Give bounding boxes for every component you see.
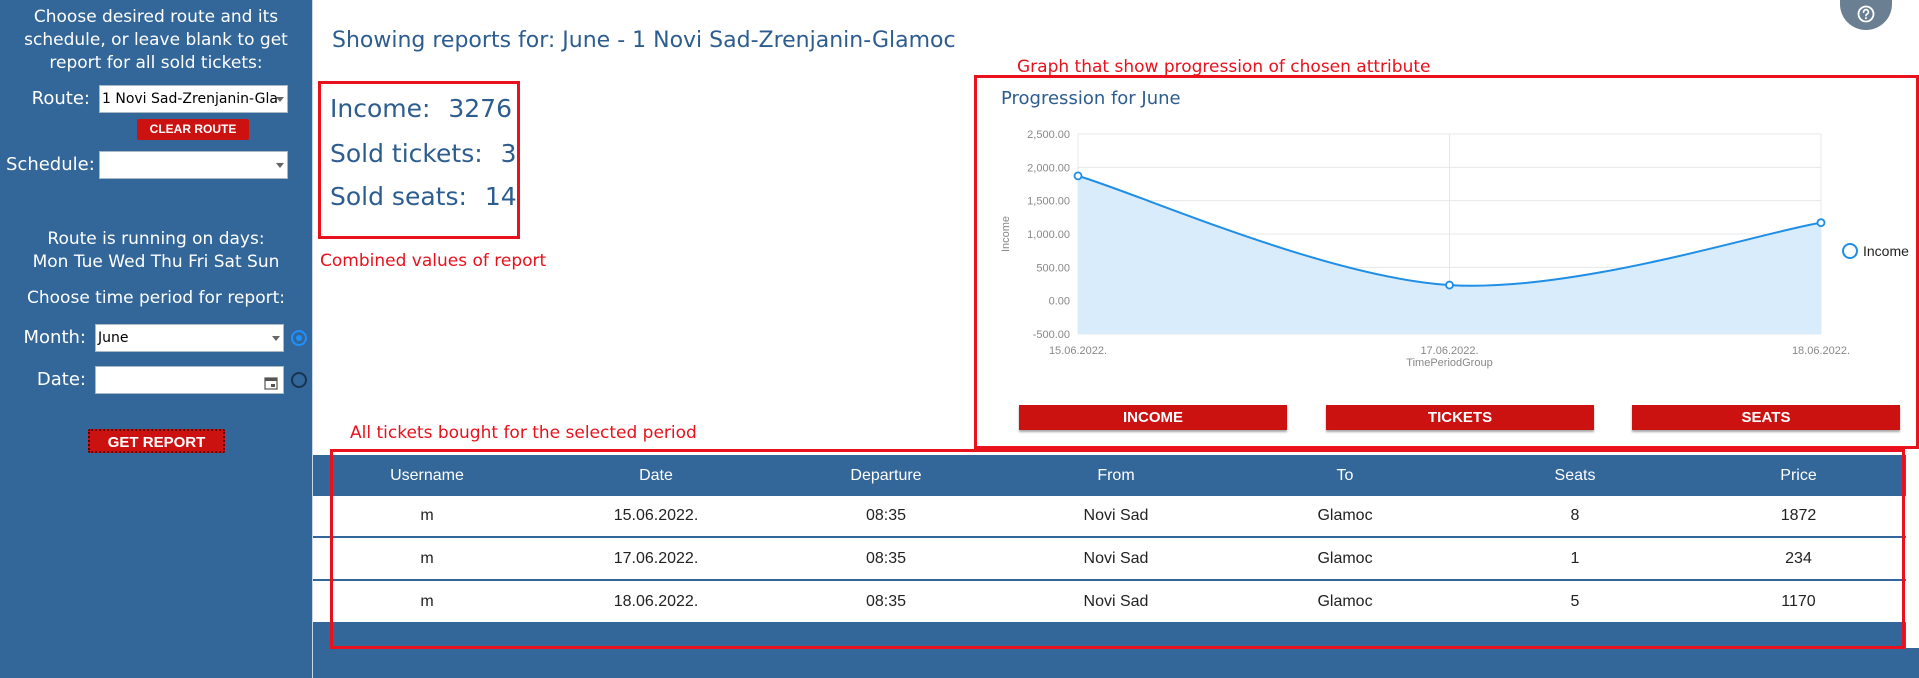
seats-chart-button[interactable]: SEATS — [1632, 405, 1900, 430]
tickets-label: Sold tickets: — [330, 139, 483, 168]
sidebar: Choose desired route and its schedule, o… — [0, 0, 312, 678]
schedule-label: Schedule: — [6, 154, 95, 175]
x-axis-label: TimePeriodGroup — [1406, 357, 1492, 369]
progression-chart: 2,500.00 2,000.00 1,500.00 1,000.00 500.00 0.… — [1000, 129, 1909, 369]
legend-marker — [1842, 243, 1858, 259]
seats-label: Sold seats: — [330, 182, 467, 211]
page-title: Showing reports for: June - 1 Novi Sad-Z… — [332, 28, 956, 53]
income-chart-button[interactable]: INCOME — [1019, 405, 1287, 430]
graph-annotation: Graph that show progression of chosen at… — [1017, 57, 1431, 77]
date-label: Date: — [36, 369, 86, 390]
legend-label: Income — [1863, 243, 1909, 259]
route-label: Route: — [31, 88, 90, 109]
x-tick-label: 17.06.2022. — [1420, 345, 1478, 357]
month-label: Month: — [23, 327, 86, 348]
route-select[interactable]: 1 Novi Sad-Zrenjanin-Gla — [99, 85, 288, 113]
seats-value: 14 — [484, 182, 517, 211]
income-value: 3276 — [448, 94, 512, 123]
seats-stat: Sold seats: 14 — [330, 182, 517, 211]
table-annotation-box — [330, 449, 1905, 649]
y-tick-label: 1,000.00 — [1027, 229, 1070, 241]
sidebar-intro-line-1: Choose desired route and its — [33, 7, 279, 27]
clear-route-button[interactable]: CLEAR ROUTE — [137, 119, 249, 140]
month-select[interactable]: June — [95, 324, 284, 352]
chevron-down-icon — [272, 336, 280, 341]
y-axis-label: Income — [1000, 216, 1012, 252]
get-report-button[interactable]: GET REPORT — [88, 429, 225, 453]
route-select-value: 1 Novi Sad-Zrenjanin-Gla — [102, 91, 278, 107]
y-tick-label: 1,500.00 — [1027, 196, 1070, 208]
date-radio[interactable] — [291, 372, 307, 388]
income-point — [1816, 218, 1826, 228]
income-stat: Income: 3276 — [330, 94, 512, 123]
x-tick-label: 15.06.2022. — [1049, 345, 1107, 357]
y-tick-label: 2,500.00 — [1027, 129, 1070, 141]
running-days: Mon Tue Wed Thu Fri Sat Sun — [32, 252, 280, 272]
date-picker[interactable] — [95, 366, 284, 394]
period-prompt: Choose time period for report: — [27, 288, 285, 308]
schedule-select[interactable] — [99, 151, 288, 179]
month-select-value: June — [98, 330, 129, 346]
sidebar-intro-line-2: schedule, or leave blank to get — [24, 30, 288, 50]
y-tick-label: 0.00 — [1049, 296, 1070, 308]
y-tick-label: 2,000.00 — [1027, 162, 1070, 174]
table-footer-band — [313, 648, 1919, 678]
chart-title: Progression for June — [1001, 88, 1181, 109]
x-tick-label: 18.06.2022. — [1792, 345, 1850, 357]
chevron-down-icon — [276, 163, 284, 168]
tickets-value: 3 — [500, 139, 517, 168]
chevron-down-icon — [276, 97, 284, 102]
sidebar-intro-line-3: report for all sold tickets: — [49, 53, 263, 73]
income-label: Income: — [330, 94, 431, 123]
tickets-annotation: All tickets bought for the selected peri… — [350, 423, 697, 443]
running-days-title: Route is running on days: — [47, 229, 265, 249]
income-point — [1445, 280, 1454, 290]
calendar-icon[interactable] — [264, 373, 278, 390]
income-point — [1073, 171, 1083, 181]
month-radio[interactable] — [291, 330, 307, 346]
y-tick-label: -500.00 — [1033, 329, 1070, 341]
combined-values-annotation: Combined values of report — [320, 251, 547, 271]
tickets-stat: Sold tickets: 3 — [330, 139, 517, 168]
tickets-chart-button[interactable]: TICKETS — [1326, 405, 1594, 430]
y-tick-label: 500.00 — [1036, 262, 1070, 274]
question-circle-icon — [1857, 5, 1875, 23]
